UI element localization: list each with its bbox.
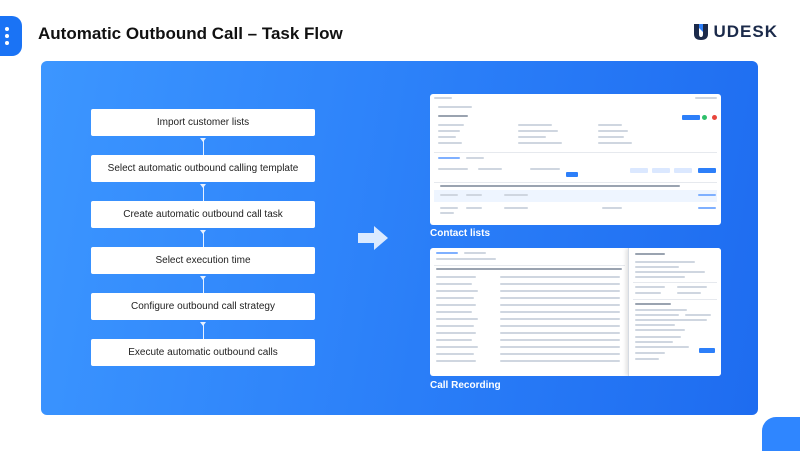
flow-step-label: Create automatic outbound call task (123, 209, 283, 220)
flow-step-execute: Execute automatic outbound calls (91, 339, 315, 366)
task-flow-panel: Import customer lists Select automatic o… (41, 61, 758, 415)
contact-lists-screenshot (430, 94, 721, 225)
flow-step-label: Configure outbound call strategy (131, 301, 275, 312)
page-title: Automatic Outbound Call – Task Flow (38, 24, 343, 43)
flow-step-label: Select automatic outbound calling templa… (107, 163, 299, 174)
task-flow-steps: Import customer lists Select automatic o… (91, 109, 315, 366)
flow-step-label: Select execution time (155, 255, 251, 266)
right-arrow-icon (358, 226, 388, 250)
brand-logo: UDESK (693, 22, 778, 42)
flow-step-label: Import customer lists (156, 117, 250, 128)
menu-tab[interactable] (0, 16, 22, 56)
udesk-shield-icon (694, 24, 709, 40)
flow-step-label: Execute automatic outbound calls (128, 347, 278, 358)
contact-lists-caption: Contact lists (430, 228, 491, 239)
call-recording-caption: Call Recording (430, 380, 501, 391)
flow-step-template: Select automatic outbound calling templa… (91, 155, 315, 201)
vertical-dots-icon (5, 27, 9, 45)
flow-step-execution-time: Select execution time (91, 247, 315, 293)
flow-step-create-task: Create automatic outbound call task (91, 201, 315, 247)
logo-text: UDESK (713, 22, 778, 41)
flow-step-strategy: Configure outbound call strategy (91, 293, 315, 339)
corner-decoration (762, 417, 800, 451)
recording-detail-drawer (628, 248, 721, 376)
call-recording-screenshot (430, 248, 721, 376)
flow-step-import: Import customer lists (91, 109, 315, 155)
